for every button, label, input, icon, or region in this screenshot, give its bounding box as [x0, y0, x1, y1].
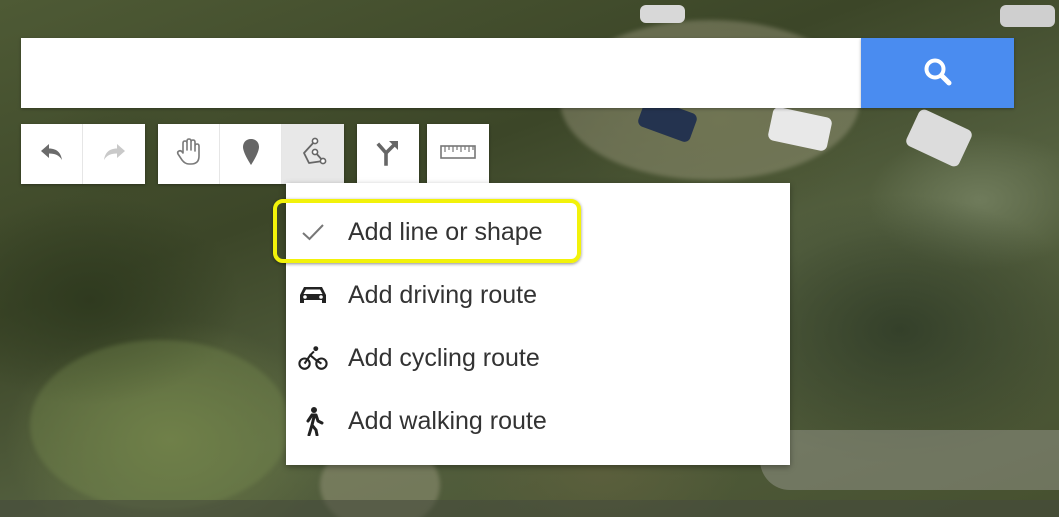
history-toolbar [21, 124, 145, 184]
menu-item-label: Add driving route [348, 280, 538, 309]
map-road-curve [760, 430, 1059, 490]
car-icon [298, 280, 328, 310]
marker-icon [241, 137, 261, 172]
directions-icon [375, 138, 401, 171]
search-button[interactable] [861, 38, 1014, 108]
checkmark-icon [298, 217, 328, 247]
add-marker-button[interactable] [220, 124, 282, 184]
drawing-toolbar [158, 124, 344, 184]
map-car [1000, 5, 1055, 27]
menu-item-add-line-or-shape[interactable]: Add line or shape [286, 201, 790, 263]
hand-icon [176, 137, 202, 172]
menu-item-label: Add line or shape [348, 217, 543, 246]
draw-mode-menu: Add line or shape Add driving route Add … [286, 183, 790, 465]
undo-icon [38, 140, 66, 169]
directions-button[interactable] [357, 124, 419, 184]
walking-icon [298, 406, 328, 436]
draw-line-icon [299, 137, 327, 172]
satellite-map[interactable]: Add line or shape Add driving route Add … [0, 0, 1059, 517]
bicycle-icon [298, 343, 328, 373]
measure-toolbar [427, 124, 489, 184]
draw-line-button[interactable] [282, 124, 344, 184]
menu-item-add-driving-route[interactable]: Add driving route [286, 264, 790, 326]
undo-button[interactable] [21, 124, 83, 184]
map-car [640, 5, 685, 23]
menu-item-add-walking-route[interactable]: Add walking route [286, 390, 790, 452]
ruler-icon [440, 144, 476, 165]
search-input[interactable] [21, 38, 861, 108]
menu-item-label: Add cycling route [348, 343, 540, 372]
pan-button[interactable] [158, 124, 220, 184]
menu-item-add-cycling-route[interactable]: Add cycling route [286, 327, 790, 389]
search-icon [922, 56, 954, 91]
directions-toolbar [357, 124, 419, 184]
menu-item-label: Add walking route [348, 406, 547, 435]
map-grass [30, 340, 290, 510]
measure-distance-button[interactable] [427, 124, 489, 184]
redo-icon [100, 140, 128, 169]
redo-button[interactable] [83, 124, 145, 184]
map-car [904, 107, 974, 169]
map-road [0, 500, 1059, 517]
